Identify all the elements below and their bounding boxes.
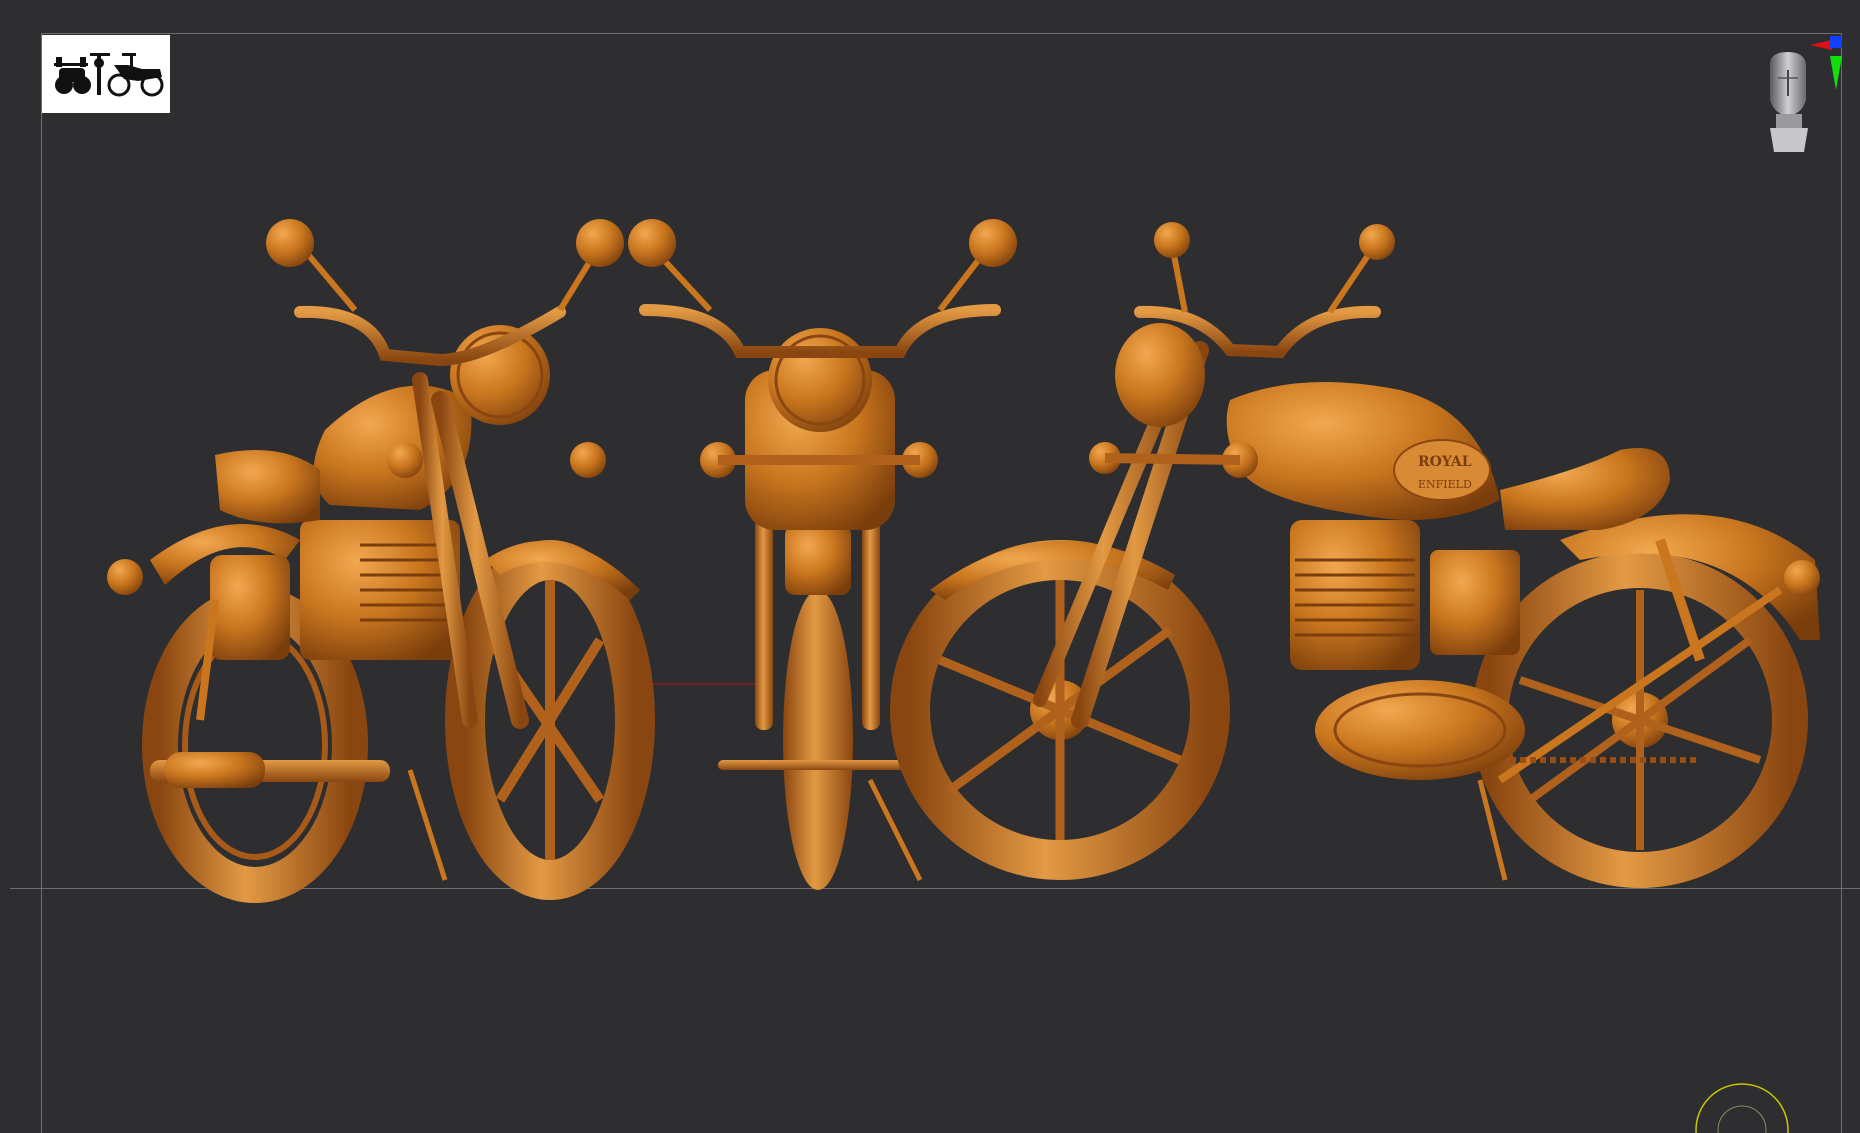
- motorcycle-view-front[interactable]: [628, 219, 1017, 890]
- motorcycle-model-scene[interactable]: ROYAL ENFIELD: [0, 0, 1860, 1133]
- tank-brand-line2: ENFIELD: [1418, 478, 1472, 491]
- tank-brand-line1: ROYAL: [1418, 454, 1472, 470]
- motorcycle-view-left[interactable]: [107, 219, 655, 903]
- motorcycle-view-side[interactable]: ROYAL ENFIELD: [890, 222, 1820, 888]
- navigation-circle-icon[interactable]: [1690, 1080, 1790, 1133]
- 3d-viewport[interactable]: ROYAL ENFIELD: [0, 0, 1860, 1133]
